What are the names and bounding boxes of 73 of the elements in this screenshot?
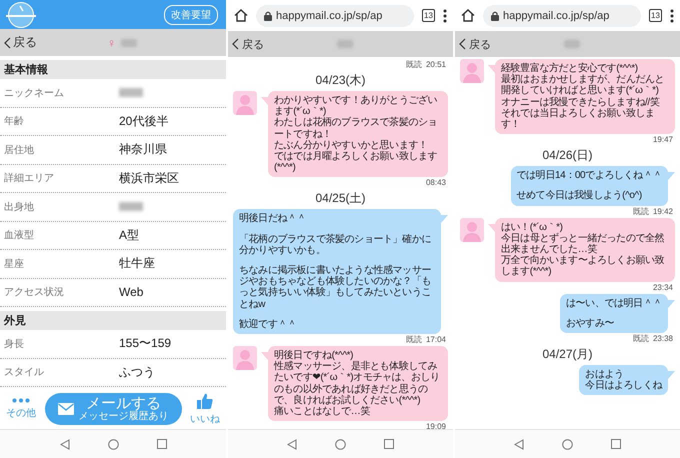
- message-time: 23:34: [652, 282, 673, 293]
- logo-icon: [4, 2, 38, 28]
- home-icon[interactable]: [461, 9, 475, 22]
- field-value: 20代後半: [119, 112, 170, 130]
- read-receipt: 既読: [632, 206, 649, 217]
- message-time: 19:09: [426, 422, 446, 429]
- field-value: ふつう: [119, 364, 156, 381]
- field-value: A型: [119, 226, 140, 244]
- field-label: 居住地: [4, 144, 35, 157]
- home-nav-icon[interactable]: [335, 438, 346, 450]
- field-label: 詳細エリア: [4, 172, 55, 186]
- menu-icon[interactable]: [443, 8, 447, 22]
- message-time: 17:04: [426, 335, 446, 346]
- back-nav-icon[interactable]: [514, 438, 524, 450]
- field-value: 牡牛座: [119, 255, 156, 272]
- more-dots-icon[interactable]: [12, 398, 30, 403]
- field-value: 横浜市栄区: [119, 170, 180, 187]
- read-receipt: 既読: [406, 60, 422, 70]
- menu-icon[interactable]: [670, 8, 674, 22]
- home-icon[interactable]: [234, 9, 248, 22]
- message-time: 20:51: [426, 60, 446, 70]
- field-label: 星座: [4, 258, 25, 271]
- avatar-silhouette-icon: [460, 218, 484, 242]
- back-nav-icon[interactable]: [287, 438, 297, 450]
- field-label: スタイル: [4, 366, 45, 380]
- thumbs-up-icon[interactable]: [197, 392, 213, 408]
- date-divider: 04/27(月): [541, 347, 594, 362]
- recents-nav-icon[interactable]: [384, 439, 394, 449]
- url-field[interactable]: happymail.co.jp/sp/ap: [256, 4, 414, 26]
- recents-nav-icon[interactable]: [611, 439, 621, 449]
- back-link[interactable]: 戻る: [469, 36, 491, 52]
- recents-nav-icon[interactable]: [156, 439, 166, 449]
- blurred-name: [564, 40, 580, 48]
- lock-icon: [264, 10, 272, 20]
- field-label: 身長: [4, 338, 25, 351]
- avatar-silhouette-icon: [460, 59, 484, 83]
- field-label: ニックネーム: [4, 86, 65, 100]
- field-value: 155〜159: [119, 335, 172, 352]
- back-nav-icon[interactable]: [60, 438, 70, 450]
- url-field[interactable]: happymail.co.jp/sp/ap: [483, 4, 641, 26]
- chevron-left-icon: [4, 36, 11, 48]
- section-header: 基本情報: [0, 60, 226, 79]
- home-nav-icon[interactable]: [562, 438, 573, 450]
- chevron-left-icon: [232, 38, 239, 50]
- date-divider: 04/25(土): [314, 191, 367, 206]
- message-time: 23:38: [652, 334, 673, 344]
- back-link[interactable]: 戻る: [242, 36, 264, 52]
- date-divider: 04/23(木): [314, 73, 367, 87]
- read-receipt: 既読: [406, 335, 422, 346]
- message-time: 19:47: [652, 135, 673, 146]
- envelope-icon: [58, 403, 74, 415]
- section-header: 外見: [0, 311, 226, 330]
- message-time: 19:42: [652, 206, 673, 217]
- date-divider: 04/26(日): [541, 148, 594, 162]
- avatar-silhouette-icon: [233, 91, 257, 115]
- gender-symbol: ♀: [107, 36, 116, 50]
- field-label: 年齢: [4, 114, 25, 128]
- tab-count-button[interactable]: 13: [422, 9, 435, 22]
- field-value: 神奈川県: [119, 141, 168, 158]
- field-label: アクセス状況: [4, 286, 65, 300]
- blurred-name: [337, 40, 353, 48]
- back-link[interactable]: 戻る: [13, 34, 37, 51]
- chevron-left-icon: [459, 38, 466, 50]
- lock-icon: [491, 10, 499, 20]
- message-time: 08:43: [426, 178, 446, 188]
- field-label: 出身地: [4, 200, 35, 214]
- avatar-silhouette-icon: [233, 346, 257, 370]
- blurred-name: [121, 38, 137, 46]
- field-value: Web: [119, 285, 144, 300]
- read-receipt: 既読: [632, 334, 649, 344]
- field-label: 血液型: [4, 228, 35, 242]
- tab-count-button[interactable]: 13: [649, 9, 662, 22]
- home-nav-icon[interactable]: [108, 438, 118, 450]
